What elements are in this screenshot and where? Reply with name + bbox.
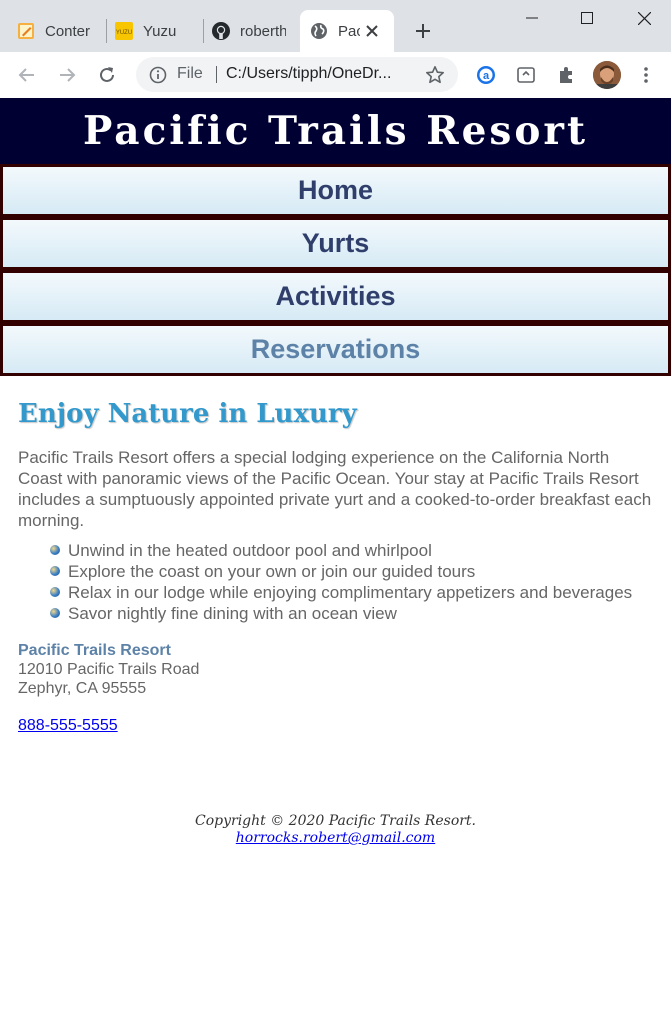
- address-url[interactable]: C:/Users/tipph/OneDr...: [226, 65, 391, 83]
- nav-home[interactable]: Home: [0, 164, 671, 217]
- copyright-text: Copyright © 2020 Pacific Trails Resort.: [194, 813, 477, 829]
- pencil-note-icon: [17, 22, 35, 40]
- main-content: Enjoy Nature in Luxury Pacific Trails Re…: [18, 374, 658, 735]
- new-tab-icon[interactable]: [410, 18, 436, 44]
- tab-content[interactable]: Conter: [0, 10, 106, 52]
- tab-title: Yuzu: [143, 22, 177, 40]
- page-footer: Copyright © 2020 Pacific Trails Resort. …: [0, 813, 671, 847]
- intro-paragraph: Pacific Trails Resort offers a special l…: [18, 448, 652, 530]
- tab-title: Pac: [338, 22, 360, 40]
- tab-github[interactable]: roberth: [195, 10, 295, 52]
- browser-menu-icon[interactable]: [633, 62, 659, 88]
- globe-icon: [310, 22, 328, 40]
- nav-activities[interactable]: Activities: [0, 270, 671, 323]
- bookmark-star-icon[interactable]: [424, 64, 446, 86]
- address-bar[interactable]: File C:/Users/tipph/OneDr...: [136, 57, 458, 92]
- page-heading: Enjoy Nature in Luxury: [18, 399, 357, 429]
- contact-city: Zephyr, CA 95555: [18, 680, 147, 697]
- close-tab-icon[interactable]: [362, 21, 382, 41]
- feature-text: Savor nightly fine dining with an ocean …: [68, 604, 397, 623]
- bullet-icon: [50, 587, 60, 597]
- feature-text: Unwind in the heated outdoor pool and wh…: [68, 541, 432, 560]
- maximize-window-icon[interactable]: [572, 6, 602, 30]
- address-divider: [216, 66, 217, 83]
- profile-avatar[interactable]: [593, 61, 621, 89]
- contact-street: 12010 Pacific Trails Road: [18, 661, 200, 678]
- github-icon: [212, 22, 230, 40]
- bullet-icon: [50, 608, 60, 618]
- address-scheme-label: File: [177, 65, 203, 82]
- bullet-icon: [50, 545, 60, 555]
- bullet-icon: [50, 566, 60, 576]
- list-item: Unwind in the heated outdoor pool and wh…: [50, 540, 658, 561]
- browser-toolbar: File C:/Users/tipph/OneDr... a: [0, 52, 671, 99]
- browser-tab-strip: Conter YUZU Yuzu roberth Pac: [0, 0, 671, 52]
- site-header: Pacific Trails Resort: [0, 98, 671, 164]
- site-title: Pacific Trails Resort: [83, 108, 588, 154]
- tab-title: Conter: [45, 22, 91, 40]
- list-item: Explore the coast on your own or join ou…: [50, 561, 658, 582]
- tab-title: roberth: [240, 22, 286, 40]
- back-arrow-icon[interactable]: [14, 62, 40, 88]
- forward-arrow-icon[interactable]: [54, 62, 80, 88]
- nav-yurts[interactable]: Yurts: [0, 217, 671, 270]
- list-item: Relax in our lodge while enjoying compli…: [50, 582, 658, 603]
- phone-link[interactable]: 888-555-5555: [18, 717, 118, 735]
- contact-info: Pacific Trails Resort 12010 Pacific Trai…: [18, 641, 658, 698]
- extension-a-icon[interactable]: a: [473, 62, 499, 88]
- feature-list: Unwind in the heated outdoor pool and wh…: [18, 540, 658, 624]
- feature-text: Relax in our lodge while enjoying compli…: [68, 583, 633, 602]
- contact-name: Pacific Trails Resort: [18, 642, 171, 659]
- feature-text: Explore the coast on your own or join ou…: [68, 562, 476, 581]
- svg-text:YUZU: YUZU: [116, 30, 132, 36]
- list-item: Savor nightly fine dining with an ocean …: [50, 603, 658, 624]
- site-info-icon[interactable]: [148, 65, 167, 84]
- nav-reservations[interactable]: Reservations: [0, 323, 671, 376]
- email-link[interactable]: horrocks.robert@gmail.com: [236, 830, 435, 846]
- extension-window-icon[interactable]: [513, 62, 539, 88]
- close-window-icon[interactable]: [629, 6, 659, 30]
- reload-icon[interactable]: [94, 62, 120, 88]
- minimize-window-icon[interactable]: [517, 6, 547, 30]
- main-nav: Home Yurts Activities Reservations: [0, 164, 671, 376]
- tab-pacific-trails[interactable]: Pac: [300, 10, 394, 52]
- tab-yuzu[interactable]: YUZU Yuzu: [98, 10, 204, 52]
- extensions-puzzle-icon[interactable]: [553, 62, 579, 88]
- yuzu-icon: YUZU: [115, 22, 133, 40]
- svg-text:a: a: [483, 70, 490, 82]
